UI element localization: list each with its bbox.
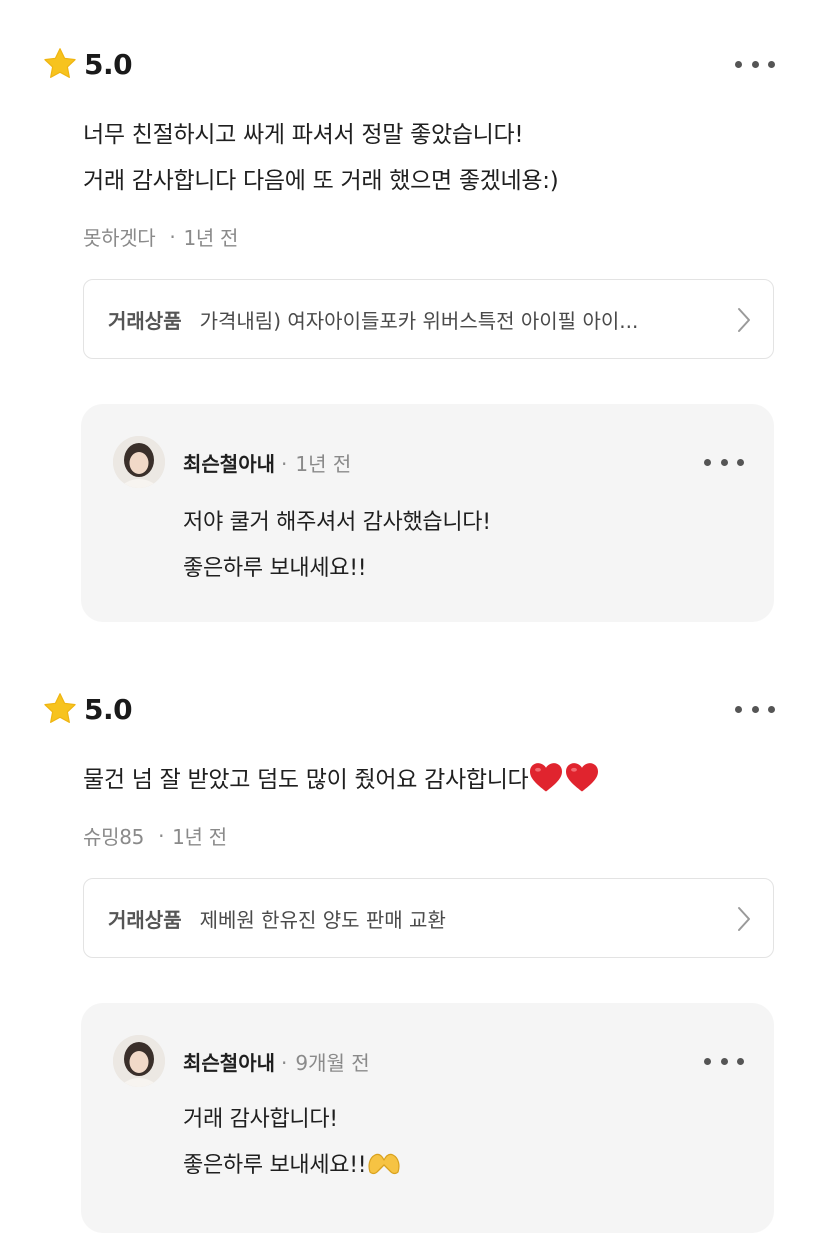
review-time: 1년 전 (183, 226, 239, 250)
rating: 5.0 (42, 689, 133, 729)
reply-header: 최슨철아내 · 1년 전 (183, 448, 351, 477)
review-time: 1년 전 (172, 825, 227, 849)
reply-text-line: 저야 쿨거 해주셔서 감사했습니다! (183, 510, 491, 535)
reply-text-line: 거래 감사합니다! (183, 1107, 338, 1132)
replier-name[interactable]: 최슨철아내 (183, 1047, 275, 1076)
reply-time-wrap: · 9개월 전 (281, 1047, 370, 1076)
reply-text: 거래 감사합니다! 좋은하루 보내세요!! (183, 1097, 402, 1189)
chevron-right-icon (738, 907, 750, 931)
review-text-line: 거래 감사합니다 다음에 또 거래 했으면 좋겠네용:) (83, 168, 559, 194)
product-name: 제베원 한유진 양도 판매 교환 (199, 907, 446, 932)
review-meta: 못하겟다 · 1년 전 (83, 222, 238, 251)
review-text-line: 물건 넘 잘 받았고 덤도 많이 줬어요 감사합니다 (83, 757, 600, 803)
avatar[interactable] (113, 436, 165, 488)
rating-value: 5.0 (84, 47, 133, 81)
more-icon[interactable] (704, 1055, 744, 1067)
reply-text-line: 좋은하루 보내세요!! (183, 556, 367, 581)
separator-dot: · (169, 224, 176, 249)
star-icon (44, 693, 76, 723)
traded-product-link[interactable]: 거래상품 가격내림) 여자아이들포카 위버스특전 아이필 아이... (83, 279, 774, 359)
rating: 5.0 (42, 44, 133, 84)
seller-reply: 최슨철아내 · 9개월 전 거래 감사합니다! 좋은하루 보내세요!! (81, 1003, 774, 1233)
reply-time: 9개월 전 (295, 1051, 370, 1075)
review-meta: 슈밍85 · 1년 전 (83, 821, 227, 850)
product-tag: 거래상품 (108, 308, 182, 333)
reply-time-wrap: · 1년 전 (281, 448, 351, 477)
review-text: 너무 친절하시고 싸게 파셔서 정말 좋았습니다! 거래 감사합니다 다음에 또… (83, 112, 559, 204)
heart-icon (530, 763, 563, 792)
more-icon[interactable] (735, 58, 775, 70)
review-text-line: 너무 친절하시고 싸게 파셔서 정말 좋았습니다! (83, 122, 524, 148)
heart-hands-icon (368, 1153, 400, 1175)
review-text-content: 물건 넘 잘 받았고 덤도 많이 줬어요 감사합니다 (83, 767, 529, 793)
reply-text-content: 좋은하루 보내세요!! (183, 1153, 367, 1178)
rating-value: 5.0 (84, 692, 133, 726)
replier-name[interactable]: 최슨철아내 (183, 448, 275, 477)
avatar[interactable] (113, 1035, 165, 1087)
review-text: 물건 넘 잘 받았고 덤도 많이 줬어요 감사합니다 (83, 757, 600, 803)
separator-dot: · (281, 1051, 288, 1075)
chevron-right-icon (738, 308, 750, 332)
reviewer-name: 못하겟다 (83, 226, 156, 250)
reply-text: 저야 쿨거 해주셔서 감사했습니다! 좋은하루 보내세요!! (183, 500, 491, 592)
heart-icon (566, 763, 599, 792)
reply-header: 최슨철아내 · 9개월 전 (183, 1047, 370, 1076)
more-icon[interactable] (735, 703, 775, 715)
more-icon[interactable] (704, 456, 744, 468)
avatar-image (113, 1035, 165, 1087)
reply-time: 1년 전 (295, 452, 352, 476)
separator-dot: · (158, 823, 165, 848)
avatar-image (113, 436, 165, 488)
traded-product-link[interactable]: 거래상품 제베원 한유진 양도 판매 교환 (83, 878, 774, 958)
product-tag: 거래상품 (108, 907, 182, 932)
seller-reply: 최슨철아내 · 1년 전 저야 쿨거 해주셔서 감사했습니다! 좋은하루 보내세요… (81, 404, 774, 622)
separator-dot: · (281, 452, 288, 476)
star-icon (44, 48, 76, 78)
reply-text-line: 좋은하루 보내세요!! (183, 1143, 402, 1189)
reviewer-name: 슈밍85 (83, 825, 145, 849)
product-name: 가격내림) 여자아이들포카 위버스특전 아이필 아이... (199, 308, 639, 333)
